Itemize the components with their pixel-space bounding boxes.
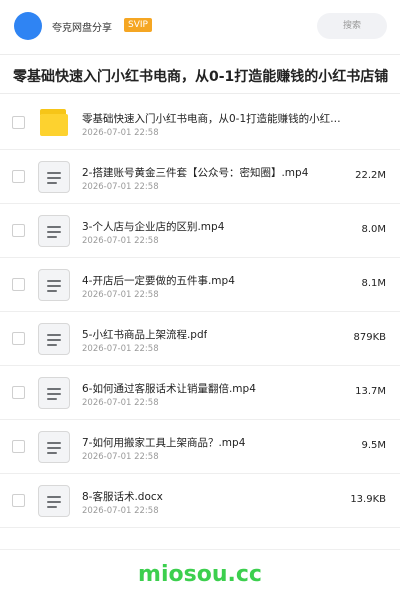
share-title-bar: 零基础快速入门小红书电商，从0-1打造能赚钱的小红书店铺 [0,54,400,94]
row-checkbox[interactable] [12,116,25,129]
file-date: 2026-07-01 22:58 [82,236,159,246]
file-icon [38,431,70,463]
file-name[interactable]: 6-如何通过客服话术让销量翻倍.mp4 [82,381,256,396]
search-input[interactable]: 搜索 [317,13,387,39]
site-watermark: miosou.cc [138,562,262,587]
file-name[interactable]: 7-如何用搬家工具上架商品？.mp4 [82,435,245,450]
file-date: 2026-07-01 22:58 [82,182,159,192]
file-icon [38,485,70,517]
file-row[interactable]: 4-开店后一定要做的五件事.mp4 2026-07-01 22:58 8.1M [0,258,400,312]
file-name[interactable]: 零基础快速入门小红书电商，从0-1打造能赚钱的小红… [82,111,341,126]
file-row[interactable]: 2-搭建账号黄金三件套【公众号：密知圈】.mp4 2026-07-01 22:58… [0,150,400,204]
row-checkbox[interactable] [12,440,25,453]
file-row[interactable]: 8-客服话术.docx 2026-07-01 22:58 13.9KB [0,474,400,528]
svip-badge: SVIP [124,18,152,32]
file-icon [38,377,70,409]
file-row[interactable]: 3-个人店与企业店的区别.mp4 2026-07-01 22:58 8.0M [0,204,400,258]
file-size: 13.7M [355,386,386,397]
file-name[interactable]: 3-个人店与企业店的区别.mp4 [82,219,224,234]
page-title: 零基础快速入门小红书电商，从0-1打造能赚钱的小红书店铺 [13,69,389,85]
file-date: 2026-07-01 22:58 [82,452,159,462]
brand-name: 夸克网盘分享 [52,23,112,34]
file-date: 2026-07-01 22:58 [82,128,159,138]
file-date: 2026-07-01 22:58 [82,398,159,408]
file-name[interactable]: 4-开店后一定要做的五件事.mp4 [82,273,235,288]
app-header: 夸克网盘分享 SVIP 搜索 [0,0,400,52]
file-row[interactable]: 7-如何用搬家工具上架商品？.mp4 2026-07-01 22:58 9.5M [0,420,400,474]
row-checkbox[interactable] [12,224,25,237]
file-name[interactable]: 2-搭建账号黄金三件套【公众号：密知圈】.mp4 [82,165,308,180]
avatar[interactable] [14,12,42,40]
file-size: 879KB [353,332,386,343]
file-icon [38,161,70,193]
file-date: 2026-07-01 22:58 [82,290,159,300]
file-row[interactable]: 6-如何通过客服话术让销量翻倍.mp4 2026-07-01 22:58 13.7M [0,366,400,420]
file-date: 2026-07-01 22:58 [82,344,159,354]
file-size: 9.5M [361,440,386,451]
row-checkbox[interactable] [12,494,25,507]
file-date: 2026-07-01 22:58 [82,506,159,516]
file-name[interactable]: 8-客服话术.docx [82,489,163,504]
row-checkbox[interactable] [12,170,25,183]
file-size: 8.1M [361,278,386,289]
row-checkbox[interactable] [12,278,25,291]
file-size: 13.9KB [350,494,386,505]
file-name[interactable]: 5-小红书商品上架流程.pdf [82,327,207,342]
file-size: 22.2M [355,170,386,181]
row-checkbox[interactable] [12,332,25,345]
file-list: 零基础快速入门小红书电商，从0-1打造能赚钱的小红… 2026-07-01 22:… [0,96,400,528]
file-icon [38,215,70,247]
file-row[interactable]: 零基础快速入门小红书电商，从0-1打造能赚钱的小红… 2026-07-01 22:… [0,96,400,150]
file-row[interactable]: 5-小红书商品上架流程.pdf 2026-07-01 22:58 879KB [0,312,400,366]
file-size: 8.0M [361,224,386,235]
folder-icon [38,107,70,139]
footer: miosou.cc [0,549,400,600]
file-icon [38,323,70,355]
file-icon [38,269,70,301]
row-checkbox[interactable] [12,386,25,399]
